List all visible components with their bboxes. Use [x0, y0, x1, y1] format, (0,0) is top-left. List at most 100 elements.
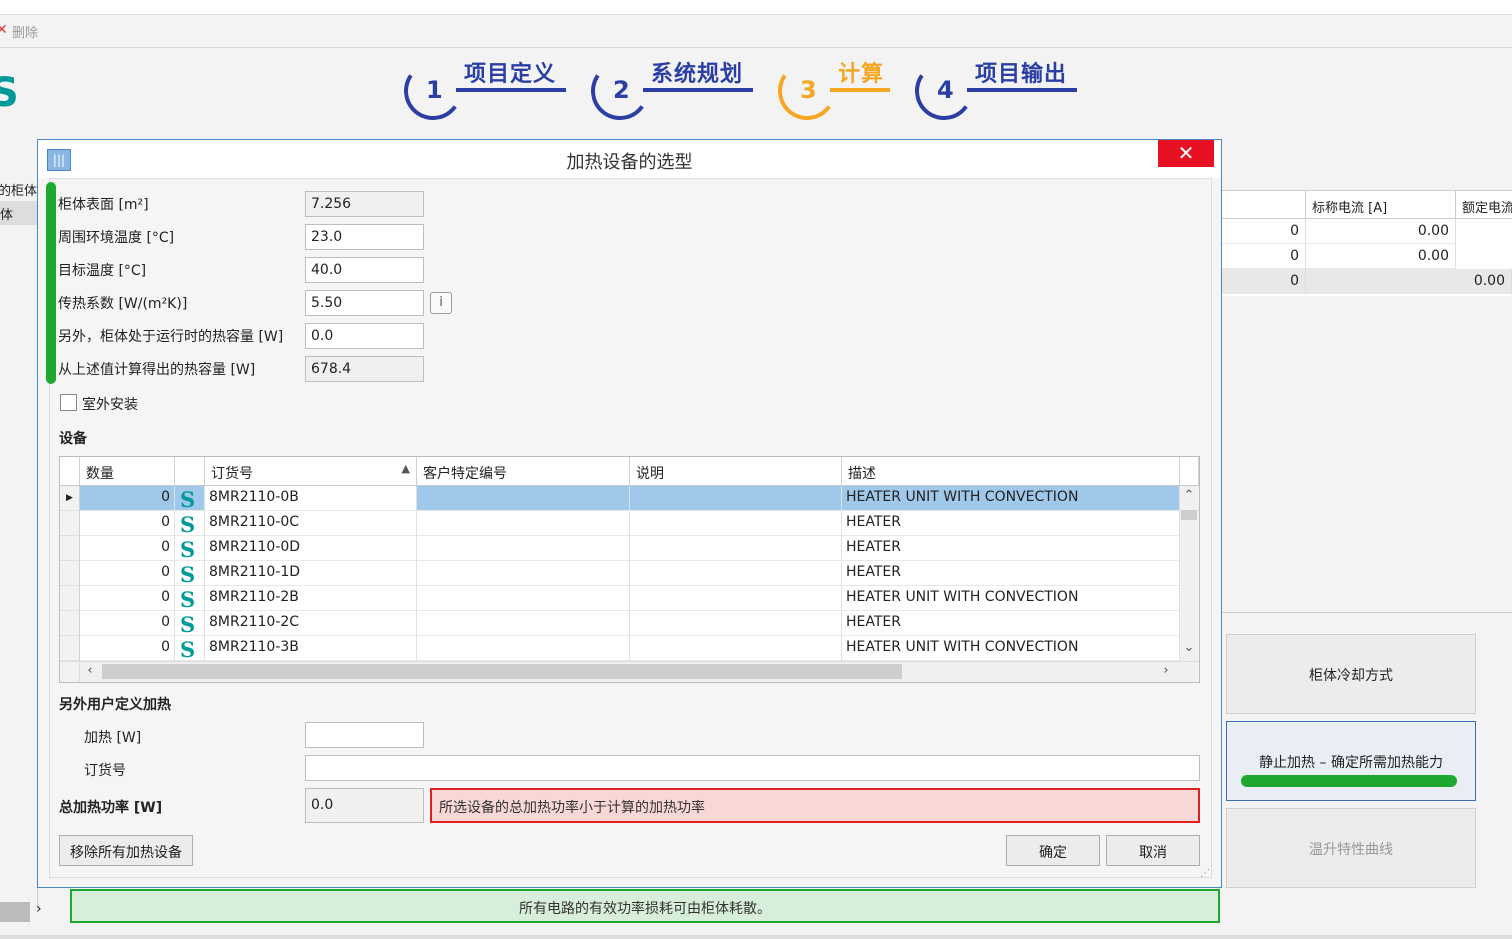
- customer-cell[interactable]: [417, 586, 630, 611]
- delete-x-icon[interactable]: ✕: [0, 22, 8, 38]
- qty-cell[interactable]: 0: [80, 536, 175, 561]
- outdoor-checkbox[interactable]: [60, 394, 77, 411]
- ok-button[interactable]: 确定: [1006, 835, 1100, 866]
- total-power-field[interactable]: 0.0: [305, 788, 424, 823]
- scroll-right-icon[interactable]: ›: [1158, 663, 1174, 678]
- table-row[interactable]: 0 S 8MR2110-2B HEATER UNIT WITH CONVECTI…: [60, 586, 1180, 611]
- table-row[interactable]: 0 S 8MR2110-2C HEATER: [60, 611, 1180, 636]
- dialog-title-bar[interactable]: ||| 加热设备的选型 ✕: [38, 140, 1221, 178]
- order-cell[interactable]: 8MR2110-1D: [205, 561, 417, 586]
- table-row[interactable]: 0 S 8MR2110-0D HEATER: [60, 536, 1180, 561]
- customer-cell[interactable]: [417, 561, 630, 586]
- note-cell[interactable]: [630, 511, 842, 536]
- grid-header-customer[interactable]: 客户特定编号: [417, 457, 630, 486]
- right-table-header[interactable]: 额定电流: [1456, 191, 1512, 219]
- qty-cell[interactable]: 0: [80, 586, 175, 611]
- step-2[interactable]: 2 系统规划: [586, 56, 756, 126]
- note-cell[interactable]: [630, 486, 842, 511]
- remove-all-heaters-button[interactable]: 移除所有加热设备: [59, 835, 193, 866]
- ambient-temp-field[interactable]: 23.0: [305, 224, 424, 250]
- surface-field[interactable]: 7.256: [305, 191, 424, 217]
- scroll-left-icon[interactable]: ‹: [82, 663, 98, 678]
- desc-cell[interactable]: HEATER UNIT WITH CONVECTION: [842, 486, 1180, 511]
- field-label: 柜体表面 [m²]: [58, 197, 149, 213]
- row-header: [60, 511, 80, 536]
- desc-cell[interactable]: HEATER: [842, 511, 1180, 536]
- qty-cell[interactable]: 0: [80, 486, 175, 511]
- note-cell[interactable]: [630, 586, 842, 611]
- table-row[interactable]: 0 S 8MR2110-1D HEATER: [60, 561, 1180, 586]
- s-product-icon: S: [180, 562, 196, 586]
- scroll-up-icon[interactable]: ⌃: [1181, 488, 1197, 503]
- calculated-heat-field[interactable]: 678.4: [305, 356, 424, 382]
- order-number-input[interactable]: [305, 755, 1200, 781]
- grid-header-icon[interactable]: [175, 457, 205, 486]
- grid-header-qty[interactable]: 数量: [80, 457, 175, 486]
- desc-cell[interactable]: HEATER UNIT WITH CONVECTION: [842, 636, 1180, 661]
- customer-cell[interactable]: [417, 536, 630, 561]
- qty-cell[interactable]: 0: [80, 561, 175, 586]
- order-cell[interactable]: 8MR2110-0B: [205, 486, 417, 511]
- sort-asc-icon: ▲: [401, 462, 410, 475]
- right-table-header[interactable]: 标称电流 [A]: [1306, 191, 1456, 219]
- left-scroll-thumb[interactable]: [0, 902, 30, 922]
- customer-cell[interactable]: [417, 636, 630, 661]
- heat-transfer-field[interactable]: 5.50: [305, 290, 424, 316]
- desc-cell[interactable]: HEATER: [842, 561, 1180, 586]
- scroll-down-icon[interactable]: ⌄: [1181, 640, 1197, 655]
- step-3[interactable]: 3 计算: [773, 56, 893, 126]
- step-1[interactable]: 1 项目定义: [399, 56, 569, 126]
- customer-cell[interactable]: [417, 511, 630, 536]
- temperature-curve-button[interactable]: 温升特性曲线: [1226, 808, 1476, 888]
- extra-heat-field[interactable]: 0.0: [305, 323, 424, 349]
- desc-cell[interactable]: HEATER UNIT WITH CONVECTION: [842, 586, 1180, 611]
- field-label: 目标温度 [°C]: [58, 263, 147, 279]
- s-product-icon: S: [180, 637, 196, 661]
- note-cell[interactable]: [630, 536, 842, 561]
- grid-header-note[interactable]: 说明: [630, 457, 842, 486]
- custom-heating-title: 另外用户定义加热: [59, 697, 171, 713]
- horizontal-scroll-thumb[interactable]: [102, 664, 902, 679]
- error-message: 所选设备的总加热功率小于计算的加热功率: [430, 788, 1200, 823]
- grid-header-order[interactable]: 订货号 ▲: [205, 457, 417, 486]
- note-cell[interactable]: [630, 636, 842, 661]
- cabinet-cooling-button[interactable]: 柜体冷却方式: [1226, 634, 1476, 714]
- qty-cell[interactable]: 0: [80, 636, 175, 661]
- customer-cell[interactable]: [417, 611, 630, 636]
- left-panel-item-selected[interactable]: 体: [0, 201, 38, 225]
- highlight-bar: [46, 182, 56, 384]
- close-button[interactable]: ✕: [1158, 140, 1214, 167]
- order-cell[interactable]: 8MR2110-2B: [205, 586, 417, 611]
- desc-cell[interactable]: HEATER: [842, 536, 1180, 561]
- table-row[interactable]: 0 S 8MR2110-3B HEATER UNIT WITH CONVECTI…: [60, 636, 1180, 661]
- left-panel-item[interactable]: 的柜体: [0, 180, 37, 199]
- customer-cell[interactable]: [417, 486, 630, 511]
- table-row[interactable]: 0 S 8MR2110-0C HEATER: [60, 511, 1180, 536]
- step-underline: [967, 88, 1077, 92]
- grid-header-corner: [60, 457, 80, 486]
- delete-button[interactable]: 删除: [12, 22, 38, 41]
- order-cell[interactable]: 8MR2110-2C: [205, 611, 417, 636]
- note-cell[interactable]: [630, 561, 842, 586]
- resize-grip-icon[interactable]: ⋰: [1200, 868, 1210, 879]
- grid-header-desc[interactable]: 描述: [842, 457, 1180, 486]
- scroll-right-icon[interactable]: ›: [36, 901, 52, 923]
- static-heating-button[interactable]: 静止加热 – 确定所需加热能力: [1226, 721, 1476, 801]
- order-cell[interactable]: 8MR2110-3B: [205, 636, 417, 661]
- s-icon-cell: S: [175, 486, 205, 511]
- qty-cell[interactable]: 0: [80, 611, 175, 636]
- cancel-button[interactable]: 取消: [1106, 835, 1200, 866]
- qty-cell[interactable]: 0: [80, 511, 175, 536]
- heating-input[interactable]: [305, 722, 424, 748]
- info-icon[interactable]: i: [430, 292, 452, 314]
- order-cell[interactable]: 8MR2110-0D: [205, 536, 417, 561]
- table-row[interactable]: ▶ 0 S 8MR2110-0B HEATER UNIT WITH CONVEC…: [60, 486, 1180, 511]
- target-temp-field[interactable]: 40.0: [305, 257, 424, 283]
- step-4[interactable]: 4 项目输出: [910, 56, 1080, 126]
- dialog-title: 加热设备的选型: [566, 152, 693, 173]
- order-cell[interactable]: 8MR2110-0C: [205, 511, 417, 536]
- right-table-header[interactable]: [1222, 191, 1306, 219]
- vertical-scroll-thumb[interactable]: [1181, 510, 1197, 520]
- note-cell[interactable]: [630, 611, 842, 636]
- desc-cell[interactable]: HEATER: [842, 611, 1180, 636]
